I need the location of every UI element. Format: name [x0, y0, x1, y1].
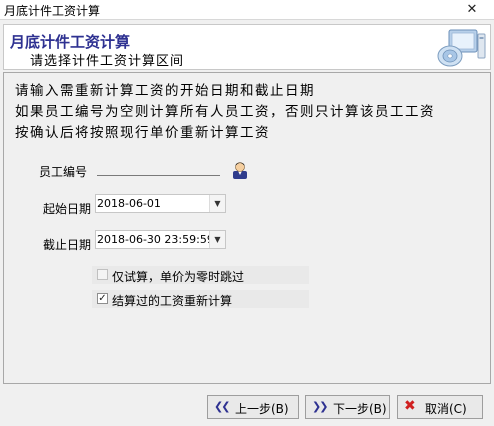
- prev-button-label: 上一步(B): [235, 402, 289, 416]
- trial-checkbox-label: 仅试算，单价为零时跳过: [112, 270, 245, 284]
- chevron-down-icon[interactable]: ▼: [209, 231, 225, 248]
- recalc-checkbox-label: 结算过的工资重新计算: [112, 294, 233, 308]
- prev-button[interactable]: ❮❮ 上一步(B): [207, 395, 299, 419]
- cancel-button-label: 取消(C): [425, 402, 467, 416]
- window-title: 月底计件工资计算: [4, 4, 101, 18]
- end-date-value: 2018-06-30 23:59:59: [97, 233, 214, 246]
- recalc-checkbox-row[interactable]: ✓ 结算过的工资重新计算: [92, 290, 309, 308]
- next-button-label: 下一步(B): [333, 402, 387, 416]
- computer-disc-icon: [437, 29, 486, 67]
- next-button[interactable]: ❯❯ 下一步(B): [305, 395, 390, 419]
- title-bar: 月底计件工资计算 ✕: [0, 0, 494, 20]
- header-title: 月底计件工资计算: [10, 33, 131, 51]
- wizard-header: 月底计件工资计算 请选择计件工资计算区间: [3, 24, 491, 70]
- start-date-value: 2018-06-01: [97, 197, 161, 210]
- close-icon[interactable]: ✕: [457, 1, 487, 18]
- employee-id-label: 员工编号: [39, 165, 88, 179]
- recalc-checkbox[interactable]: ✓: [97, 293, 108, 304]
- end-date-label: 截止日期: [43, 238, 92, 252]
- start-date-combo[interactable]: 2018-06-01 ▼: [95, 194, 226, 213]
- description-line-2: 如果员工编号为空则计算所有人员工资，否则只计算该员工工资: [15, 104, 435, 120]
- double-chevron-left-icon: ❮❮: [214, 400, 231, 413]
- select-employee-icon[interactable]: [231, 160, 249, 180]
- start-date-label: 起始日期: [43, 202, 92, 216]
- dialog-window: 月底计件工资计算 ✕ 月底计件工资计算 请选择计件工资计算区间 请输入需重新计算…: [0, 0, 494, 426]
- description-line-1: 请输入需重新计算工资的开始日期和截止日期: [15, 83, 315, 99]
- cancel-x-icon: ✖: [404, 398, 416, 414]
- header-subtitle: 请选择计件工资计算区间: [30, 54, 185, 69]
- trial-checkbox[interactable]: [97, 269, 108, 280]
- cancel-button[interactable]: ✖ 取消(C): [397, 395, 483, 419]
- trial-checkbox-row[interactable]: 仅试算，单价为零时跳过: [92, 266, 309, 284]
- employee-id-input[interactable]: [97, 175, 220, 176]
- description-line-3: 按确认后将按照现行单价重新计算工资: [15, 125, 270, 141]
- double-chevron-right-icon: ❯❯: [312, 400, 329, 413]
- end-date-combo[interactable]: 2018-06-30 23:59:59 ▼: [95, 230, 226, 249]
- content-panel: 请输入需重新计算工资的开始日期和截止日期 如果员工编号为空则计算所有人员工资，否…: [3, 72, 491, 384]
- chevron-down-icon[interactable]: ▼: [209, 195, 225, 212]
